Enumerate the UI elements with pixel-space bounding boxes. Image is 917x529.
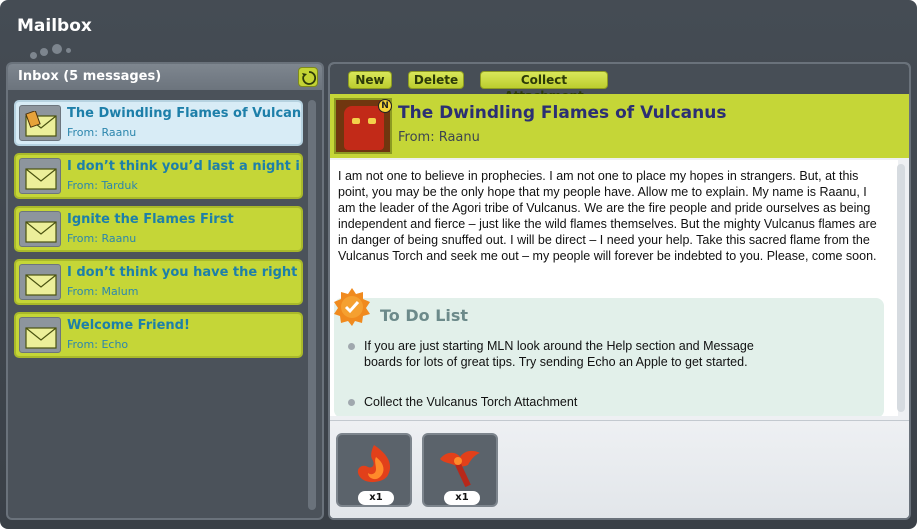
envelope-icon [19,105,61,141]
message-item[interactable]: Welcome Friend! From: Echo [14,312,303,358]
message-sender: From: Raanu [67,232,137,245]
message-from: From: Raanu [398,130,480,145]
message-sender: From: Raanu [67,126,137,139]
refresh-button[interactable] [298,67,318,87]
todo-item-text: If you are just starting MLN look around… [364,339,754,369]
toolbar: New Delete Collect Attachment [330,64,909,103]
inbox-header: Inbox (5 messages) [8,64,322,90]
reader-panel: New Delete Collect Attachment N The Dwin… [328,62,911,520]
attachment-torch[interactable]: x1 [422,433,498,507]
refresh-icon [302,71,317,85]
message-sender: From: Echo [67,338,129,351]
envelope-icon [19,317,61,353]
envelope-icon [19,158,61,194]
inbox-scrollbar[interactable] [308,100,316,510]
attachments-area: x1 x1 [330,420,909,518]
message-body-text: I am not one to believe in prophecies. I… [338,169,877,263]
flame-icon [357,445,391,483]
message-sender: From: Tarduk [67,179,138,192]
todo-item: If you are just starting MLN look around… [348,338,784,370]
message-item[interactable]: The Dwindling Flames of Vulcanus From: R… [14,100,303,146]
message-list: The Dwindling Flames of Vulcanus From: R… [14,100,304,510]
message-item[interactable]: I don’t think you’d last a night in th F… [14,153,303,199]
window-title: Mailbox [17,16,92,36]
message-item[interactable]: I don’t think you have the right guy Fro… [14,259,303,305]
message-subject: Ignite the Flames First [67,212,234,227]
message-item[interactable]: Ignite the Flames First From: Raanu [14,206,303,252]
attachment-quantity: x1 [358,491,394,505]
delete-button[interactable]: Delete [408,71,464,89]
decorative-dots [30,44,90,59]
envelope-icon [19,211,61,247]
message-subject: The Dwindling Flames of Vulcanus [67,106,301,121]
checkmark-badge-icon [334,288,370,326]
message-sender: From: Malum [67,285,139,298]
new-button[interactable]: New [348,71,392,89]
todo-list: To Do List If you are just starting MLN … [334,288,884,416]
collect-attachment-button[interactable]: Collect Attachment [480,71,608,103]
torch-icon [440,450,480,488]
message-title: The Dwindling Flames of Vulcanus [398,103,727,123]
message-subject: I don’t think you’d last a night in th [67,159,301,174]
message-subject: I don’t think you have the right guy [67,265,301,280]
message-scrollbar[interactable] [897,164,905,412]
todo-item: Collect the Vulcanus Torch Attachment [348,394,784,410]
attachment-quantity: x1 [444,491,480,505]
subject-bar: N The Dwindling Flames of Vulcanus From:… [330,94,909,158]
attachment-flame[interactable]: x1 [336,433,412,507]
message-body: I am not one to believe in prophecies. I… [330,160,898,416]
todo-item-text: Collect the Vulcanus Torch Attachment [364,395,578,409]
inbox-title: Inbox (5 messages) [18,69,162,84]
avatar-badge: N [378,99,392,113]
mailbox-window: Mailbox Inbox (5 messages) The Dwindling… [0,0,917,529]
message-subject: Welcome Friend! [67,318,190,333]
inbox-panel: Inbox (5 messages) The Dwindling Flames … [6,62,324,520]
todo-title: To Do List [380,306,469,325]
envelope-icon [19,264,61,300]
